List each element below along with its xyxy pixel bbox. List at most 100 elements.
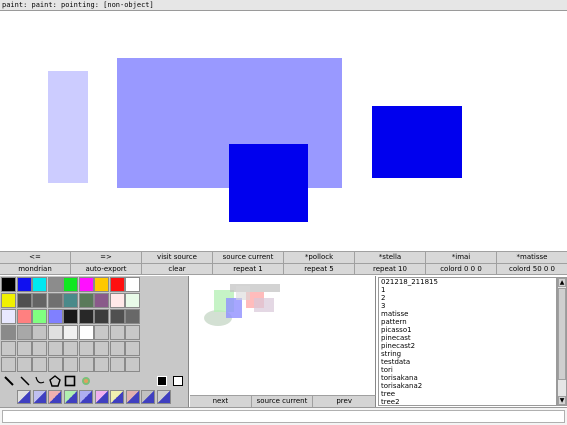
- image-icon[interactable]: [79, 374, 93, 388]
- prev-button[interactable]: prev: [313, 396, 375, 407]
- drawing-canvas[interactable]: [0, 11, 567, 251]
- color-swatch-empty[interactable]: [47, 357, 63, 372]
- list-item[interactable]: tree: [379, 390, 556, 398]
- rectangle-icon[interactable]: [63, 374, 77, 388]
- list-item[interactable]: pinecast2: [379, 342, 556, 350]
- color-swatch[interactable]: [32, 277, 47, 292]
- color-swatch[interactable]: [32, 325, 47, 340]
- color-swatch[interactable]: [109, 309, 125, 324]
- mini-swatch[interactable]: [110, 390, 124, 404]
- toolbar-row2-button-5[interactable]: repeat 10: [355, 264, 426, 274]
- color-swatch[interactable]: [32, 293, 47, 308]
- scroll-thumb[interactable]: [558, 288, 566, 380]
- color-swatch[interactable]: [125, 325, 140, 340]
- brush-icon[interactable]: [2, 374, 16, 388]
- list-item[interactable]: 2: [379, 294, 556, 302]
- color-swatch[interactable]: [94, 325, 109, 340]
- color-swatch[interactable]: [78, 293, 94, 308]
- list-item[interactable]: pattern: [379, 318, 556, 326]
- color-swatch-empty[interactable]: [16, 341, 32, 356]
- filled-square-icon[interactable]: [155, 374, 169, 388]
- list-item[interactable]: tori: [379, 366, 556, 374]
- color-swatch[interactable]: [125, 277, 140, 292]
- color-swatch-empty[interactable]: [125, 357, 140, 372]
- file-list-scrollbar[interactable]: ▲ ▼: [557, 277, 567, 406]
- blue-rectangle-bottom[interactable]: [229, 144, 308, 222]
- toolbar-row1-button-7[interactable]: *matisse: [497, 252, 567, 263]
- toolbar-row2-button-0[interactable]: mondrian: [0, 264, 71, 274]
- color-swatch-empty[interactable]: [94, 341, 109, 356]
- toolbar-row2-button-7[interactable]: colord 50 0 0: [497, 264, 567, 274]
- color-swatch[interactable]: [63, 293, 78, 308]
- color-swatch[interactable]: [47, 325, 63, 340]
- command-input[interactable]: [2, 410, 565, 423]
- color-swatch-empty[interactable]: [125, 341, 140, 356]
- toolbar-row2-button-3[interactable]: repeat 1: [213, 264, 284, 274]
- file-list[interactable]: 021218_211815 1 2 3 matisse pattern picasso1 pi…: [378, 277, 557, 406]
- list-item[interactable]: pinecast: [379, 334, 556, 342]
- next-button[interactable]: next: [190, 396, 252, 407]
- color-swatch-empty[interactable]: [32, 357, 47, 372]
- pale-blue-rectangle[interactable]: [48, 71, 88, 183]
- color-swatch[interactable]: [94, 277, 109, 292]
- color-swatch-empty[interactable]: [1, 357, 16, 372]
- color-swatch-empty[interactable]: [78, 341, 94, 356]
- color-swatch[interactable]: [32, 309, 47, 324]
- toolbar-row1-button-3[interactable]: source current: [213, 252, 284, 263]
- color-swatch[interactable]: [78, 277, 94, 292]
- scroll-down-icon[interactable]: ▼: [558, 396, 566, 405]
- color-swatch[interactable]: [63, 325, 78, 340]
- color-swatch[interactable]: [47, 277, 63, 292]
- mini-swatch[interactable]: [32, 390, 47, 404]
- mini-swatch[interactable]: [94, 390, 109, 404]
- mini-swatch[interactable]: [17, 390, 31, 404]
- color-swatch[interactable]: [109, 277, 125, 292]
- color-swatch[interactable]: [1, 293, 16, 308]
- color-swatch[interactable]: [16, 325, 32, 340]
- toolbar-row1-button-4[interactable]: *pollock: [284, 252, 355, 263]
- color-swatch-empty[interactable]: [1, 341, 16, 356]
- color-swatch-empty[interactable]: [109, 357, 125, 372]
- color-swatch[interactable]: [16, 293, 32, 308]
- toolbar-row1-button-6[interactable]: *imai: [426, 252, 497, 263]
- color-swatch[interactable]: [63, 309, 78, 324]
- color-swatch[interactable]: [16, 277, 32, 292]
- color-swatch[interactable]: [1, 309, 16, 324]
- list-item[interactable]: picasso1: [379, 326, 556, 334]
- list-item[interactable]: torisakana2: [379, 382, 556, 390]
- color-swatch[interactable]: [94, 309, 109, 324]
- mini-swatch[interactable]: [156, 390, 171, 404]
- color-swatch[interactable]: [63, 277, 78, 292]
- mini-swatch[interactable]: [125, 390, 140, 404]
- color-swatch[interactable]: [16, 309, 32, 324]
- list-item[interactable]: 021218_211815: [379, 278, 556, 286]
- color-swatch-empty[interactable]: [94, 357, 109, 372]
- color-swatch[interactable]: [125, 293, 140, 308]
- toolbar-row2-button-4[interactable]: repeat 5: [284, 264, 355, 274]
- color-swatch-empty[interactable]: [109, 341, 125, 356]
- blue-rectangle-right[interactable]: [372, 106, 462, 178]
- list-item[interactable]: string: [379, 350, 556, 358]
- color-swatch[interactable]: [1, 325, 16, 340]
- list-item[interactable]: matisse: [379, 310, 556, 318]
- list-item[interactable]: 3: [379, 302, 556, 310]
- color-swatch[interactable]: [125, 309, 140, 324]
- empty-square-icon[interactable]: [171, 374, 185, 388]
- list-item[interactable]: 1: [379, 286, 556, 294]
- color-swatch-empty[interactable]: [16, 357, 32, 372]
- mini-swatch[interactable]: [141, 390, 155, 404]
- color-swatch-empty[interactable]: [32, 341, 47, 356]
- list-item[interactable]: torisakana: [379, 374, 556, 382]
- color-swatch[interactable]: [1, 277, 16, 292]
- list-item[interactable]: testdata: [379, 358, 556, 366]
- color-swatch[interactable]: [109, 325, 125, 340]
- color-swatch[interactable]: [47, 309, 63, 324]
- toolbar-row2-button-6[interactable]: colord 0 0 0: [426, 264, 497, 274]
- list-item[interactable]: tree2: [379, 398, 556, 405]
- preview-pane[interactable]: [190, 276, 376, 395]
- toolbar-row1-button-1[interactable]: =>: [71, 252, 142, 263]
- color-swatch-empty[interactable]: [63, 341, 78, 356]
- scroll-up-icon[interactable]: ▲: [558, 278, 566, 287]
- color-swatch[interactable]: [109, 293, 125, 308]
- mini-swatch[interactable]: [48, 390, 62, 404]
